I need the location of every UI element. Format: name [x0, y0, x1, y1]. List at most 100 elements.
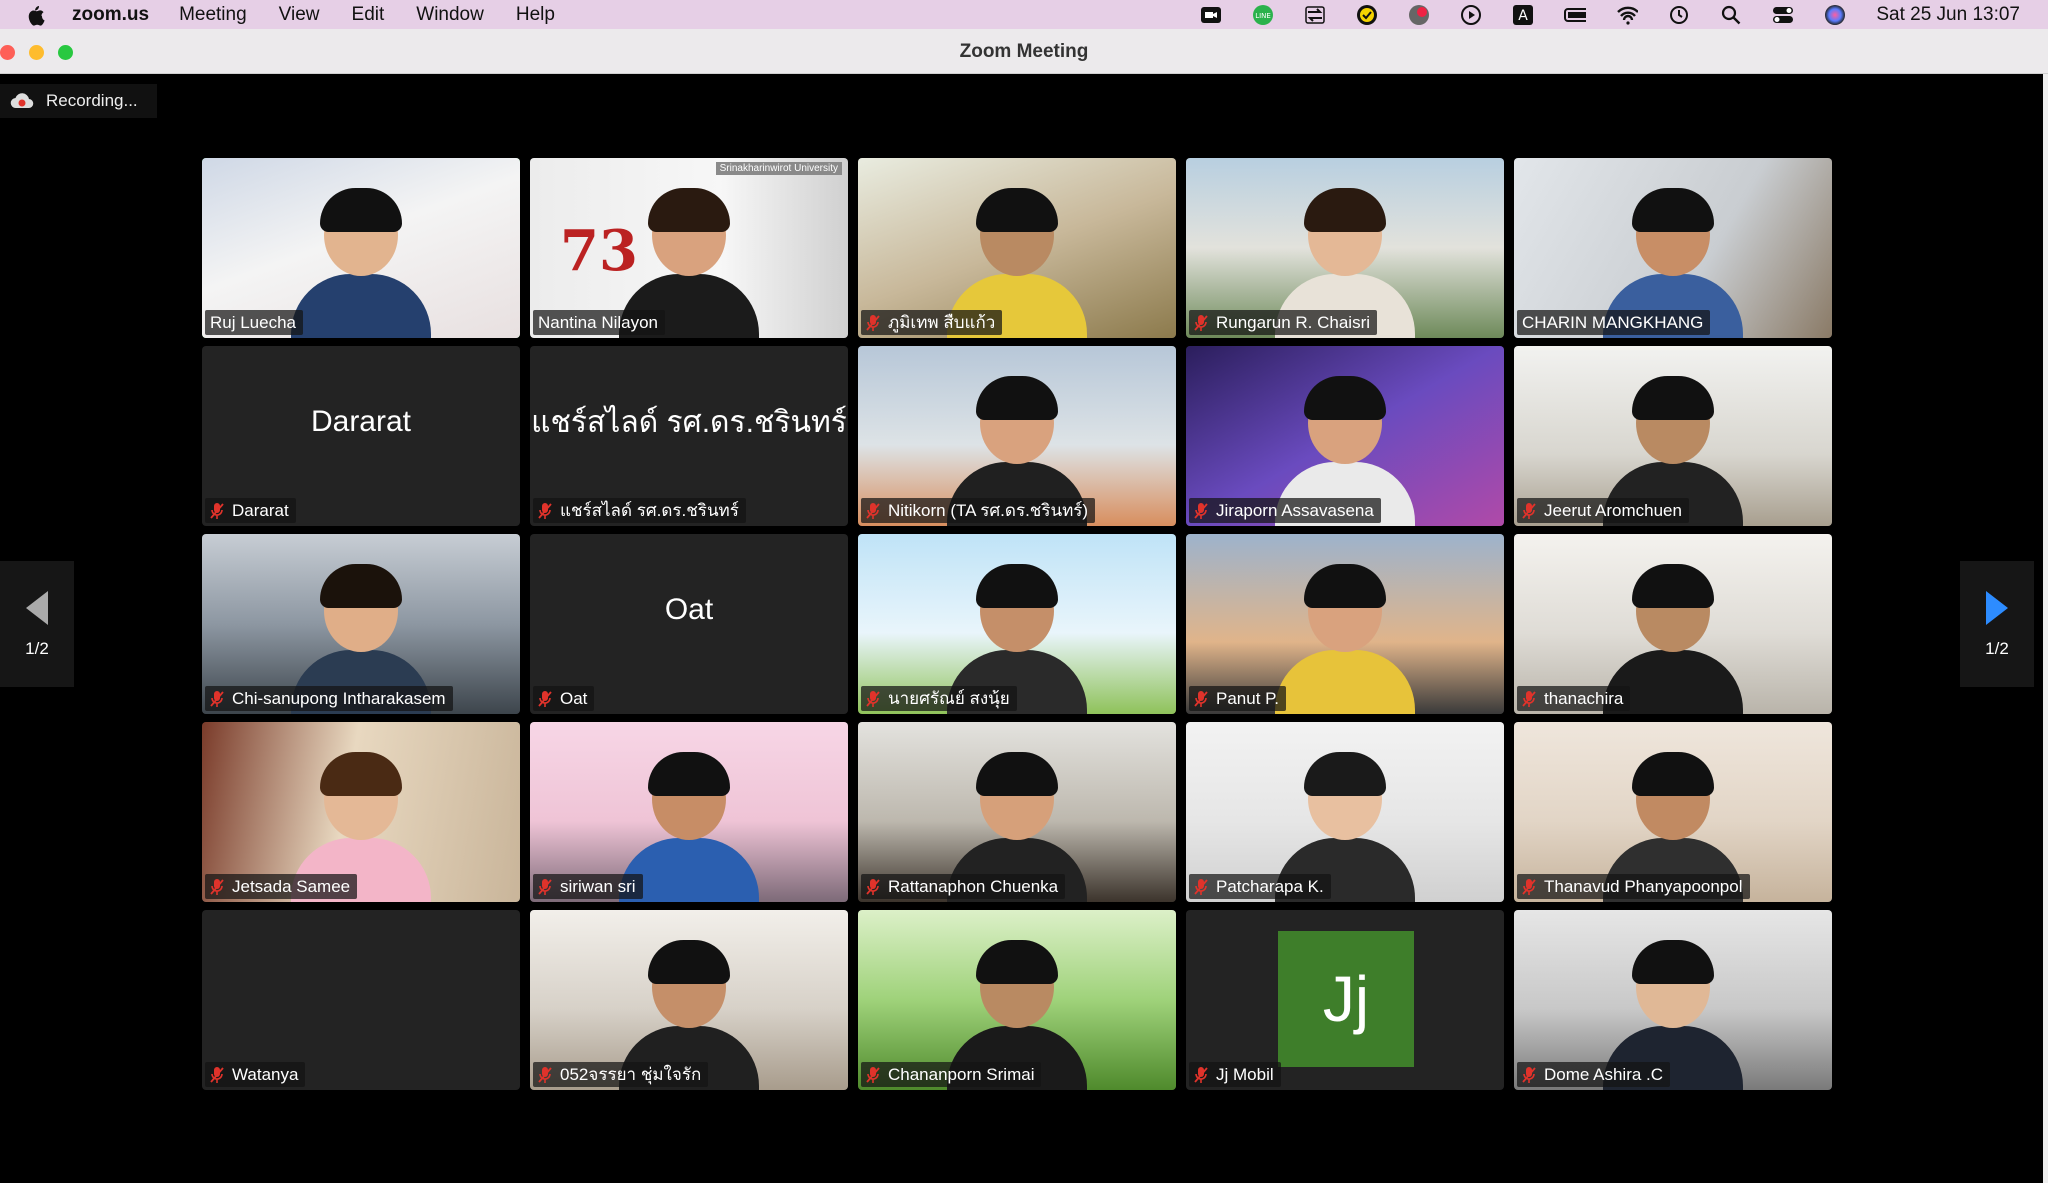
menu-help[interactable]: Help [516, 4, 555, 26]
participant-tile-21[interactable]: Watanya [202, 910, 520, 1090]
participant-name: Oat [560, 688, 588, 708]
participant-nameplate: Dome Ashira .C [1517, 1062, 1671, 1087]
participant-tile-14[interactable]: Panut P. [1186, 534, 1504, 714]
time-machine-icon[interactable] [1668, 4, 1690, 26]
recording-indicator[interactable]: Recording... [0, 84, 157, 118]
participant-nameplate: Rungarun R. Chaisri [1189, 310, 1378, 335]
menu-meeting[interactable]: Meeting [179, 4, 247, 26]
participant-tile-5[interactable]: CHARIN MANGKHANG [1514, 158, 1832, 338]
spotlight-search-icon[interactable] [1720, 4, 1742, 26]
participant-tile-2[interactable]: Srinakharinwirot University 73 Nantina Nil… [530, 158, 848, 338]
participant-nameplate: ภูมิเทพ สืบแก้ว [861, 310, 1003, 335]
play-icon[interactable] [1460, 4, 1482, 26]
menu-app-zoom[interactable]: zoom.us [72, 4, 149, 26]
participant-tile-13[interactable]: นายศรัณย์ สงนุ้ย [858, 534, 1176, 714]
participant-silhouette [1270, 564, 1420, 714]
window-title: Zoom Meeting [959, 41, 1089, 62]
gallery-view-grid: Ruj Luecha Srinakharinwirot University 73 N… [202, 158, 1832, 1090]
muted-mic-icon [1522, 690, 1536, 707]
meeting-area: Recording... 1/2 1/2 Ruj Luecha Srinakhar… [0, 74, 2043, 1183]
participant-tile-16[interactable]: Jetsada Samee [202, 722, 520, 902]
participant-tile-19[interactable]: Patcharapa K. [1186, 722, 1504, 902]
line-icon[interactable]: LINE [1252, 4, 1274, 26]
norton-icon[interactable] [1356, 4, 1378, 26]
participant-tile-6[interactable]: Dararat Dararat [202, 346, 520, 526]
participant-tile-25[interactable]: Dome Ashira .C [1514, 910, 1832, 1090]
input-source-icon[interactable]: A [1512, 4, 1534, 26]
participant-name: Chananporn Srimai [888, 1064, 1035, 1084]
previous-page-button[interactable]: 1/2 [0, 561, 74, 687]
app-status-icon[interactable] [1408, 4, 1430, 26]
menu-edit[interactable]: Edit [352, 4, 385, 26]
participant-avatar: Jj [1278, 931, 1414, 1067]
participant-name: Jj Mobil [1216, 1064, 1274, 1084]
participant-nameplate: Patcharapa K. [1189, 874, 1331, 899]
participant-tile-20[interactable]: Thanavud Phanyapoonpol [1514, 722, 1832, 902]
muted-mic-icon [1522, 878, 1536, 895]
menu-view[interactable]: View [279, 4, 320, 26]
participant-tile-24[interactable]: Jj Jj Mobil [1186, 910, 1504, 1090]
participant-name: นายศรัณย์ สงนุ้ย [888, 689, 1010, 708]
wifi-icon[interactable] [1616, 4, 1639, 26]
muted-mic-icon [538, 1066, 552, 1083]
participant-name: siriwan sri [560, 876, 636, 896]
apple-icon[interactable] [24, 4, 46, 26]
siri-icon[interactable] [1824, 4, 1846, 26]
participant-name: 052จรรยา ชุ่มใจรัก [560, 1065, 702, 1084]
recording-label: Recording... [46, 91, 138, 110]
muted-mic-icon [866, 1066, 880, 1083]
participant-nameplate: แชร์สไลด์ รศ.ดร.ชรินทร์ [533, 498, 746, 523]
muted-mic-icon [866, 502, 880, 519]
participant-nameplate: Jetsada Samee [205, 874, 358, 899]
participant-nameplate: Chi-sanupong Intharakasem [205, 686, 453, 711]
participant-name: Jetsada Samee [232, 876, 351, 896]
participant-name: Nitikorn (TA รศ.ดร.ชรินทร์) [888, 501, 1089, 520]
svg-text:A: A [1519, 8, 1529, 24]
participant-name: แชร์สไลด์ รศ.ดร.ชรินทร์ [560, 501, 739, 520]
muted-mic-icon [210, 878, 224, 895]
participant-nameplate: Jj Mobil [1189, 1062, 1281, 1087]
menubar-clock[interactable]: Sat 25 Jun 13:07 [1876, 4, 2020, 26]
participant-nameplate: Rattanaphon Chuenka [861, 874, 1066, 899]
triangle-left-icon [26, 591, 48, 625]
participant-name: Chi-sanupong Intharakasem [232, 688, 446, 708]
zoom-camera-icon[interactable] [1200, 4, 1222, 26]
participant-tile-1[interactable]: Ruj Luecha [202, 158, 520, 338]
muted-mic-icon [1194, 878, 1208, 895]
participant-name: Jiraporn Assavasena [1216, 500, 1374, 520]
muted-mic-icon [866, 878, 880, 895]
next-page-button[interactable]: 1/2 [1960, 561, 2034, 687]
participant-nameplate: นายศรัณย์ สงนุ้ย [861, 686, 1017, 711]
participant-nameplate: Jiraporn Assavasena [1189, 498, 1381, 523]
participant-tile-3[interactable]: ภูมิเทพ สืบแก้ว [858, 158, 1176, 338]
participant-tile-4[interactable]: Rungarun R. Chaisri [1186, 158, 1504, 338]
participant-nameplate: Nantina Nilayon [533, 310, 666, 335]
battery-icon[interactable] [1564, 4, 1587, 26]
participant-tile-11[interactable]: Chi-sanupong Intharakasem [202, 534, 520, 714]
recording-cloud-icon [10, 93, 34, 109]
participant-tile-12[interactable]: Oat Oat [530, 534, 848, 714]
participant-tile-10[interactable]: Jeerut Aromchuen [1514, 346, 1832, 526]
participant-tile-9[interactable]: Jiraporn Assavasena [1186, 346, 1504, 526]
previous-page-label: 1/2 [25, 639, 49, 658]
sync-icon[interactable] [1304, 4, 1326, 26]
participant-tile-8[interactable]: Nitikorn (TA รศ.ดร.ชรินทร์) [858, 346, 1176, 526]
participant-nameplate: Jeerut Aromchuen [1517, 498, 1689, 523]
participant-name: Patcharapa K. [1216, 876, 1324, 896]
background-banner-text: Srinakharinwirot University [715, 162, 842, 175]
control-center-icon[interactable] [1772, 4, 1794, 26]
participant-tile-7[interactable]: แชร์สไลด์ รศ.ดร.ชรินทร์ แชร์สไลด์ รศ.ดร.ช… [530, 346, 848, 526]
participant-name: Watanya [232, 1064, 299, 1084]
window-title-bar: Zoom Meeting [0, 29, 2048, 74]
muted-mic-icon [210, 1066, 224, 1083]
participant-tile-17[interactable]: siriwan sri [530, 722, 848, 902]
participant-tile-15[interactable]: thanachira [1514, 534, 1832, 714]
participant-tile-18[interactable]: Rattanaphon Chuenka [858, 722, 1176, 902]
participant-tile-23[interactable]: Chananporn Srimai [858, 910, 1176, 1090]
muted-mic-icon [1194, 314, 1208, 331]
triangle-right-icon [1986, 591, 2008, 625]
participant-display-name: Dararat [310, 405, 412, 438]
menu-window[interactable]: Window [416, 4, 484, 26]
participant-tile-22[interactable]: 052จรรยา ชุ่มใจรัก [530, 910, 848, 1090]
next-page-label: 1/2 [1985, 639, 2009, 658]
